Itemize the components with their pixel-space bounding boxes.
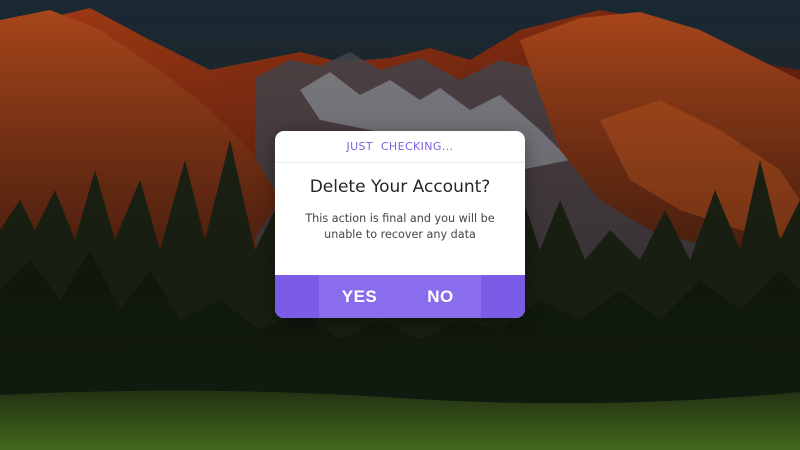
dialog-message: This action is final and you will be una… (305, 212, 495, 241)
delete-account-dialog: JUST CHECKING... Delete Your Account? Th… (275, 131, 525, 318)
dialog-actions-bar: YES NO (275, 275, 525, 318)
actions-left-spacer (275, 275, 319, 318)
yes-button[interactable]: YES (319, 275, 400, 318)
dialog-kicker-label: JUST CHECKING... (346, 140, 454, 153)
actions-right-spacer (481, 275, 525, 318)
dialog-title: Delete Your Account? (309, 177, 491, 197)
no-button[interactable]: NO (400, 275, 481, 318)
dialog-header: JUST CHECKING... (275, 131, 525, 163)
